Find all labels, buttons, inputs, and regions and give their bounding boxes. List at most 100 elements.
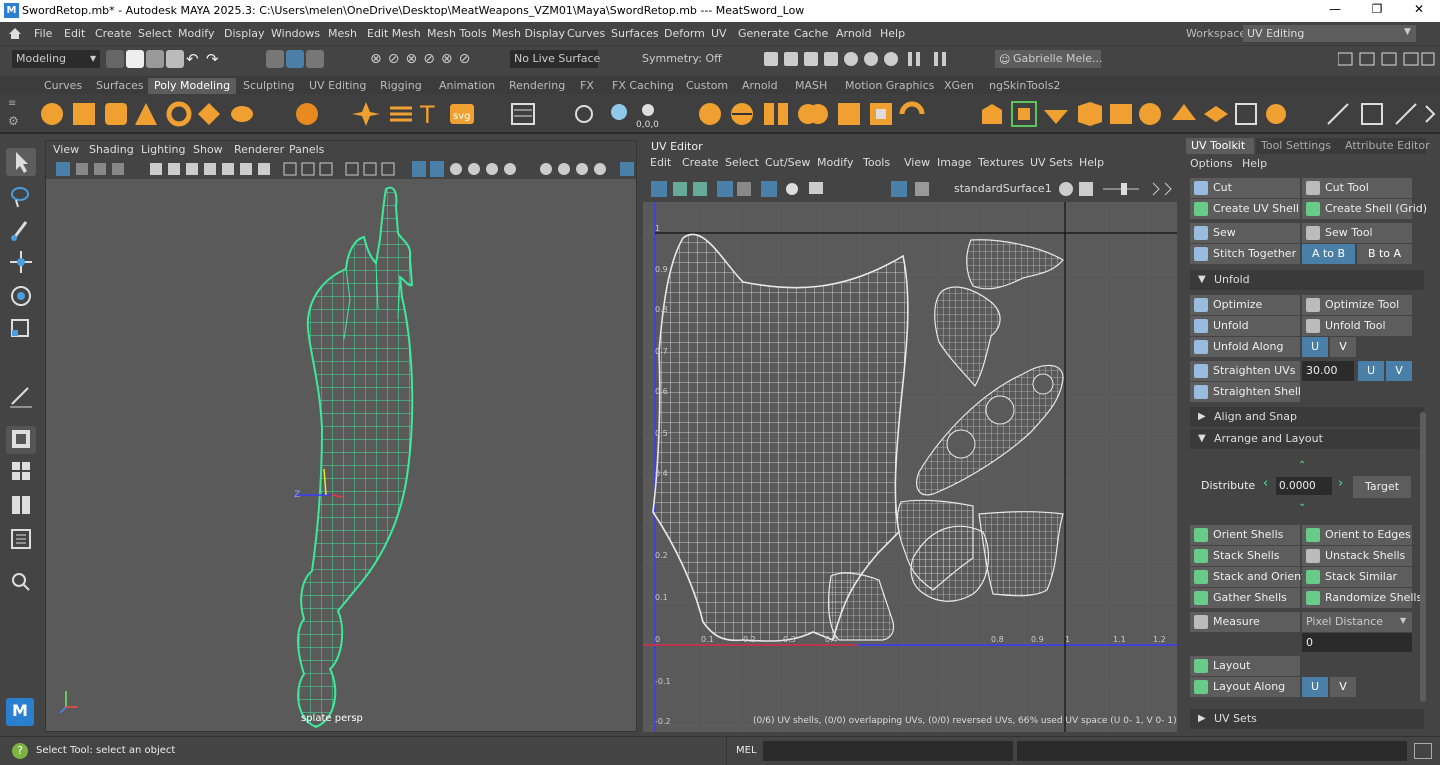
toolkit-tab-tool-settings[interactable]: Tool Settings bbox=[1256, 138, 1340, 154]
menu-select[interactable]: Select bbox=[138, 27, 172, 40]
gear-icon[interactable]: ⚙ bbox=[8, 114, 19, 128]
new-scene-icon[interactable] bbox=[126, 50, 144, 68]
snap-icons[interactable]: ⊗⊘⊗⊘⊗⊘ bbox=[370, 51, 476, 67]
straighten-shell-button[interactable]: Straighten Shell bbox=[1190, 382, 1301, 402]
close-icon[interactable]: ✕ bbox=[1404, 2, 1434, 20]
uv-menu-edit[interactable]: Edit bbox=[650, 156, 671, 169]
rotate-tool-icon[interactable] bbox=[6, 282, 36, 310]
toolkit-scrollbar[interactable] bbox=[1420, 412, 1426, 702]
select-tool-icon[interactable] bbox=[6, 148, 36, 176]
render-icons[interactable] bbox=[762, 50, 982, 68]
lasso-tool-icon[interactable] bbox=[6, 182, 36, 210]
chevron-down-icon[interactable]: ▼ bbox=[90, 54, 96, 63]
uv-menu-uv-sets[interactable]: UV Sets bbox=[1030, 156, 1073, 169]
toolkit-tab-uv-toolkit[interactable]: UV Toolkit bbox=[1186, 138, 1254, 154]
cut-tool-button[interactable]: Cut Tool bbox=[1302, 178, 1412, 198]
target-button[interactable]: Target bbox=[1353, 476, 1411, 498]
maximize-icon[interactable]: ❐ bbox=[1362, 2, 1392, 20]
measure-type-dropdown[interactable]: Pixel Distance bbox=[1302, 612, 1412, 632]
b-to-a-toggle[interactable]: B to A bbox=[1357, 244, 1412, 264]
viewport-menu-renderer[interactable]: Renderer bbox=[234, 143, 284, 156]
uv-menu-help[interactable]: Help bbox=[1079, 156, 1104, 169]
viewport-toolbar[interactable] bbox=[46, 159, 636, 179]
two-pane-icon[interactable] bbox=[6, 492, 36, 520]
live-surface-field[interactable]: No Live Surface bbox=[510, 50, 600, 68]
undo-icon[interactable]: ↶ bbox=[186, 50, 199, 68]
shelf-tab-uv-editing[interactable]: UV Editing bbox=[303, 78, 372, 94]
four-pane-icon[interactable] bbox=[6, 458, 36, 486]
uv-editor-toolbar[interactable]: standardSurface1 bbox=[643, 178, 1180, 200]
menu-mesh-tools[interactable]: Mesh Tools bbox=[427, 27, 487, 40]
viewport-menu-panels[interactable]: Panels bbox=[289, 143, 324, 156]
cut-button[interactable]: Cut bbox=[1190, 178, 1300, 198]
modeling-shelf-icons[interactable] bbox=[978, 100, 1298, 128]
shelf-tab-sculpting[interactable]: Sculpting bbox=[237, 78, 300, 94]
align-snap-section-header[interactable]: ▶ Align and Snap bbox=[1190, 407, 1424, 427]
stack-shells-button[interactable]: Stack Shells bbox=[1190, 546, 1300, 566]
sew-button[interactable]: Sew bbox=[1190, 223, 1300, 243]
user-account-dropdown[interactable]: Gabrielle Mele... bbox=[995, 50, 1103, 68]
command-input[interactable] bbox=[763, 741, 1013, 761]
uv-menu-textures[interactable]: Textures bbox=[978, 156, 1024, 169]
uv-menu-image[interactable]: Image bbox=[937, 156, 971, 169]
stitch-together-button[interactable]: Stitch Together bbox=[1190, 244, 1300, 264]
uv-menu-create[interactable]: Create bbox=[682, 156, 719, 169]
minimize-icon[interactable]: — bbox=[1320, 2, 1350, 20]
straighten-uvs-button[interactable]: Straighten UVs bbox=[1190, 361, 1300, 381]
create-shell-grid-button[interactable]: Create Shell (Grid) bbox=[1302, 199, 1427, 219]
panel-toggle-icons[interactable] bbox=[1337, 50, 1438, 68]
menu-display[interactable]: Display bbox=[224, 27, 265, 40]
optimize-button[interactable]: Optimize bbox=[1190, 295, 1300, 315]
shelf-tab-motion-graphics[interactable]: Motion Graphics bbox=[839, 78, 940, 94]
save-icon[interactable] bbox=[166, 50, 184, 68]
menu-create[interactable]: Create bbox=[95, 27, 132, 40]
uv-canvas[interactable]: 0 0.1 0.2 0.3 0.4 0.8 0.9 1 1.1 1.2 1 0.9 0.8 0.7 0.6 0… bbox=[643, 202, 1177, 732]
menu-help[interactable]: Help bbox=[880, 27, 905, 40]
menu-windows[interactable]: Windows bbox=[271, 27, 320, 40]
single-pane-icon[interactable] bbox=[6, 426, 36, 454]
straighten-u-toggle[interactable]: U bbox=[1358, 361, 1384, 381]
measure-button[interactable]: Measure bbox=[1190, 612, 1300, 632]
unfold-v-toggle[interactable]: V bbox=[1330, 337, 1356, 357]
menu-deform[interactable]: Deform bbox=[664, 27, 705, 40]
maya-home-icon[interactable]: M bbox=[6, 698, 34, 726]
viewport-menu-lighting[interactable]: Lighting bbox=[141, 143, 185, 156]
chevron-left-icon[interactable]: ‹ bbox=[1263, 476, 1268, 491]
edit-mesh-shelf-icons[interactable] bbox=[696, 100, 946, 128]
redo-icon[interactable]: ↷ bbox=[206, 50, 219, 68]
symmetry-dropdown[interactable]: Symmetry: Off bbox=[638, 50, 730, 68]
open-scene-icon[interactable] bbox=[106, 50, 124, 68]
toolkit-tab-attribute-editor[interactable]: Attribute Editor bbox=[1340, 138, 1430, 154]
menu-mesh[interactable]: Mesh bbox=[328, 27, 357, 40]
shelf-tab-poly-modeling[interactable]: Poly Modeling bbox=[148, 78, 237, 94]
unfold-button[interactable]: Unfold bbox=[1190, 316, 1300, 336]
shelf-tab-surfaces[interactable]: Surfaces bbox=[90, 78, 150, 94]
sword-mesh-wireframe[interactable]: Z bbox=[46, 179, 636, 731]
optimize-tool-button[interactable]: Optimize Tool bbox=[1302, 295, 1412, 315]
select-component-icon[interactable] bbox=[306, 50, 324, 68]
mode-dropdown[interactable]: Modeling bbox=[12, 50, 100, 68]
menu-curves[interactable]: Curves bbox=[567, 27, 605, 40]
layout-u-toggle[interactable]: U bbox=[1302, 677, 1328, 697]
menu-uv[interactable]: UV bbox=[711, 27, 727, 40]
straighten-v-toggle[interactable]: V bbox=[1386, 361, 1412, 381]
unfold-along-button[interactable]: Unfold Along bbox=[1190, 337, 1300, 357]
shelf-tab-mash[interactable]: MASH bbox=[789, 78, 833, 94]
unfold-u-toggle[interactable]: U bbox=[1302, 337, 1328, 357]
shelf-menu-icon[interactable]: ≡ bbox=[8, 98, 16, 109]
menu-cache[interactable]: Cache bbox=[794, 27, 828, 40]
shelf-tab-animation[interactable]: Animation bbox=[433, 78, 501, 94]
material-dropdown[interactable]: standardSurface1 bbox=[954, 182, 1052, 195]
chevron-down-icon[interactable]: ▼ bbox=[1404, 27, 1411, 37]
shelf-tab-fx-caching[interactable]: FX Caching bbox=[606, 78, 680, 94]
viewport-menu-view[interactable]: View bbox=[53, 143, 79, 156]
mel-label[interactable]: MEL bbox=[736, 745, 757, 756]
menu-arnold[interactable]: Arnold bbox=[836, 27, 872, 40]
uv-menu-tools[interactable]: Tools bbox=[863, 156, 890, 169]
move-tool-icon[interactable] bbox=[6, 248, 36, 276]
create-uv-shell-button[interactable]: Create UV Shell bbox=[1190, 199, 1300, 219]
straighten-angle-input[interactable]: 30.00 bbox=[1302, 361, 1354, 381]
open-folder-icon[interactable] bbox=[146, 50, 164, 68]
uv-menu-modify[interactable]: Modify bbox=[817, 156, 853, 169]
search-icon[interactable] bbox=[6, 568, 36, 596]
